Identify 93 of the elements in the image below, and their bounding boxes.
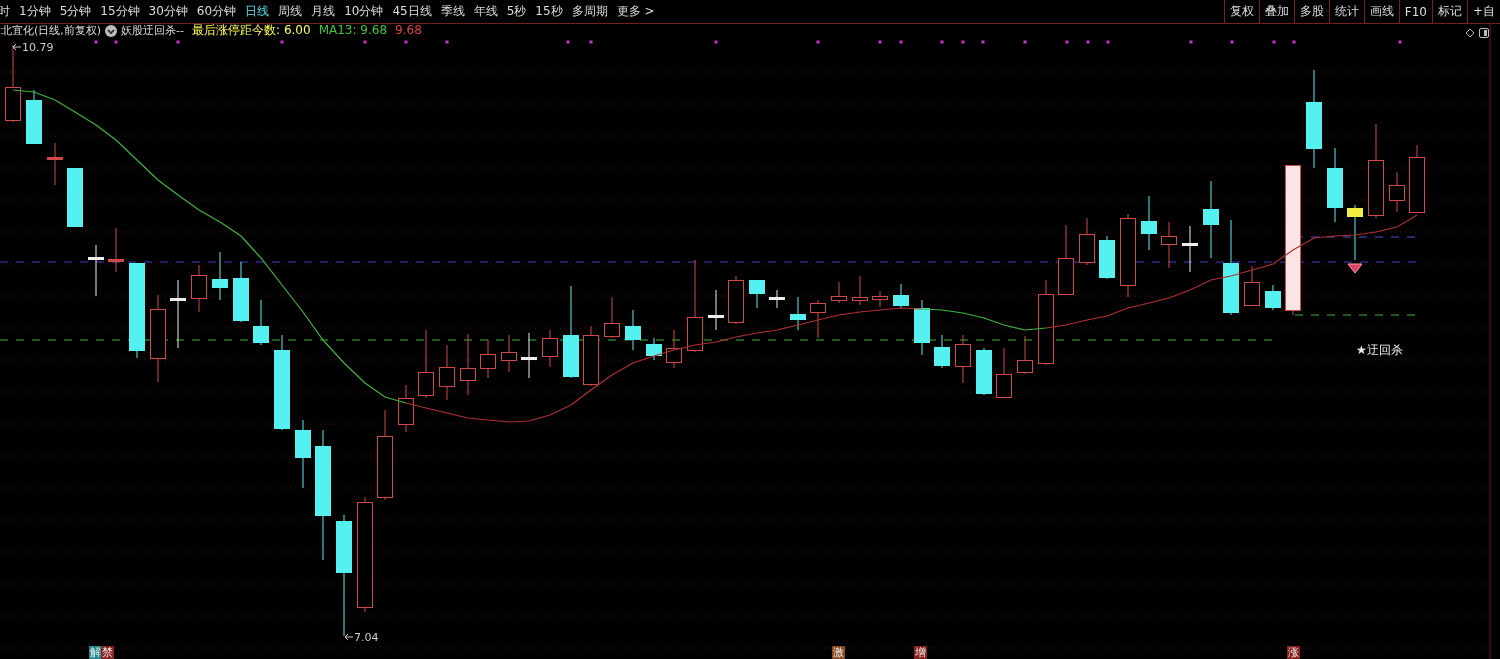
candlestick [108, 227, 124, 273]
candlestick [955, 334, 971, 384]
candlestick [1244, 265, 1260, 306]
candlestick [1265, 284, 1281, 311]
candlestick [88, 244, 104, 297]
candlestick [460, 333, 476, 396]
period-tab[interactable]: 日线 [245, 3, 270, 20]
indicator-name: 妖股迂回杀-- [121, 24, 185, 37]
period-tab[interactable]: 1分钟 [19, 3, 51, 20]
candlestick [666, 329, 682, 369]
period-tab[interactable]: 多周期 [571, 3, 608, 20]
candlestick [893, 283, 909, 309]
candlestick [1079, 217, 1095, 266]
toolbar-button[interactable]: 多股 [1293, 0, 1329, 23]
indicator-value: 9.68 [395, 24, 422, 37]
candlestick [1058, 224, 1074, 296]
candlestick [480, 339, 496, 379]
candlestick [418, 329, 434, 399]
candlestick [1099, 235, 1115, 280]
candlestick [67, 167, 83, 227]
candlestick [708, 289, 724, 331]
period-tab[interactable]: 30分钟 [148, 3, 188, 20]
candlestick [749, 279, 765, 309]
period-tab[interactable]: 15分钟 [100, 3, 140, 20]
toolbar-button[interactable]: 复权 [1223, 0, 1259, 23]
stock-title: 北宜化(日线,前复权) [1, 24, 102, 37]
event-marker[interactable]: 禁 [101, 646, 114, 659]
candlestick [1389, 171, 1405, 213]
candlestick [769, 289, 785, 309]
period-tab[interactable]: 10分钟 [344, 3, 384, 20]
toolbar-button[interactable]: 标记 [1431, 0, 1467, 23]
candlestick [934, 334, 950, 369]
candlestick [996, 347, 1012, 399]
candlestick [170, 279, 186, 349]
panel-icon[interactable] [1479, 28, 1489, 38]
signal-label: ★迂回杀 [1356, 342, 1403, 359]
candlestick [728, 275, 744, 325]
candlestick [1161, 221, 1177, 269]
price-leader-line [12, 43, 22, 51]
gem-icon [1347, 263, 1363, 274]
candlestick [47, 142, 63, 186]
price-leader-line [344, 633, 354, 641]
candlestick [583, 325, 599, 387]
candlestick [810, 299, 826, 339]
candlestick [26, 89, 42, 144]
candlestick [646, 337, 662, 361]
candlestick [625, 309, 641, 351]
period-tab[interactable]: 更多 > [616, 3, 655, 20]
candlestick [1182, 225, 1198, 273]
candlestick [914, 299, 930, 356]
candlestick [790, 296, 806, 331]
candlestick [542, 329, 558, 368]
candlestick [501, 334, 517, 373]
event-marker[interactable]: 激 [832, 646, 845, 659]
period-tab[interactable]: 45日线 [392, 3, 432, 20]
indicator-value: MA13: 9.68 [318, 24, 388, 37]
candlestick [439, 344, 455, 401]
candlestick [295, 419, 311, 489]
toolbar-button[interactable]: 画线 [1363, 0, 1399, 23]
toolbar-button[interactable]: F10 [1398, 0, 1432, 23]
event-marker[interactable]: 增 [914, 646, 927, 659]
high-price-label: 10.79 [22, 41, 54, 54]
period-tab[interactable]: 5分钟 [59, 3, 92, 20]
candlestick [1141, 195, 1157, 251]
candlestick [976, 347, 992, 396]
low-price-label: 7.04 [354, 631, 379, 644]
candlestick [398, 384, 414, 433]
candlestick [521, 332, 537, 379]
diamond-icon[interactable] [1465, 28, 1475, 38]
period-tab[interactable]: 年线 [473, 3, 498, 20]
candlestick [1017, 335, 1033, 375]
candlestick [1409, 144, 1425, 214]
candlestick [872, 290, 888, 308]
toolbar-button[interactable]: +自 [1466, 0, 1500, 23]
dropdown-icon[interactable] [105, 24, 118, 37]
candlestick [604, 296, 620, 339]
candlestick [253, 299, 269, 346]
event-marker[interactable]: 涨 [1287, 646, 1300, 659]
candlestick [852, 275, 868, 306]
toolbar-button[interactable]: 叠加 [1258, 0, 1294, 23]
period-tab[interactable]: 季线 [440, 3, 465, 20]
toolbar-button[interactable]: 统计 [1328, 0, 1364, 23]
candlestick [212, 251, 228, 301]
period-tab[interactable]: 60分钟 [196, 3, 237, 20]
period-tab[interactable]: 周线 [278, 3, 303, 20]
candlestick [831, 281, 847, 304]
period-tab[interactable]: 5秒 [506, 3, 527, 20]
candlestick [1347, 204, 1363, 261]
candlestick [191, 264, 207, 313]
indicator-value: 最后涨停距今数: 6.00 [192, 24, 311, 37]
candlestick [233, 261, 249, 323]
period-tab[interactable]: 月线 [311, 3, 336, 20]
period-tab[interactable]: 15秒 [535, 3, 563, 20]
